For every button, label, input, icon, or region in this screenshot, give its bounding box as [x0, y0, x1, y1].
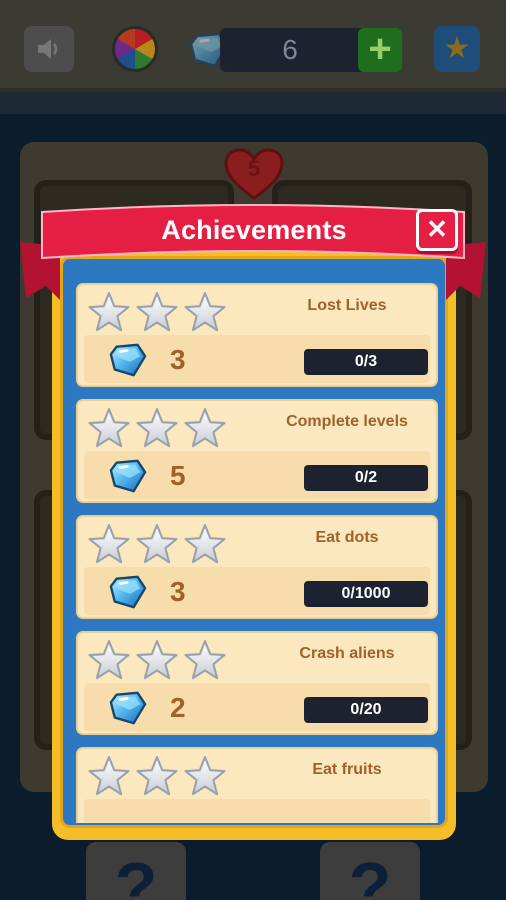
- achievement-progress: 0/20: [304, 697, 428, 723]
- achievements-star-button[interactable]: ★: [434, 26, 480, 72]
- close-button[interactable]: ✕: [416, 209, 458, 251]
- achievement-card: Eat dots 3 0/1000: [76, 515, 438, 619]
- gem-icon: [108, 689, 148, 727]
- achievement-title: Eat fruits: [312, 761, 382, 778]
- star-icon: [184, 755, 226, 797]
- achievement-reward: 2: [170, 692, 186, 723]
- gem-icon: [108, 457, 148, 495]
- achievements-dialog: Lost Lives 3 0/3 Complete levels 5 0/2 Eat dot…: [52, 210, 456, 840]
- speaker-icon: [38, 39, 58, 59]
- lives-count: 5: [247, 156, 261, 181]
- star-icon: [184, 639, 226, 681]
- achievement-progress: 0/1000: [304, 581, 428, 607]
- achievement-stars: [88, 639, 232, 679]
- spin-wheel-button[interactable]: [112, 26, 158, 72]
- add-gems-button[interactable]: +: [358, 28, 402, 72]
- locked-level-button[interactable]: ?: [86, 842, 186, 900]
- top-bar: 6 + ★: [0, 0, 506, 92]
- achievement-reward: 3: [170, 344, 186, 375]
- achievement-stars: [88, 407, 232, 447]
- gem-count: 6: [282, 34, 298, 65]
- star-icon: [136, 639, 178, 681]
- top-strip: [0, 92, 506, 114]
- star-icon: [88, 755, 130, 797]
- achievement-reward: 3: [170, 576, 186, 607]
- achievement-title: Complete levels: [286, 413, 408, 430]
- gem-icon: [108, 573, 148, 611]
- achievement-card: Eat fruits: [76, 747, 438, 823]
- achievements-panel: Lost Lives 3 0/3 Complete levels 5 0/2 Eat dot…: [60, 256, 448, 828]
- achievement-card: Crash aliens 2 0/20: [76, 631, 438, 735]
- close-icon: ✕: [426, 214, 448, 244]
- achievement-title: Crash aliens: [299, 645, 395, 662]
- achievements-list: Lost Lives 3 0/3 Complete levels 5 0/2 Eat dot…: [76, 283, 438, 823]
- star-icon: [184, 523, 226, 565]
- achievement-reward: 5: [170, 460, 186, 491]
- star-icon: [136, 407, 178, 449]
- achievement-stars: [88, 755, 232, 795]
- star-icon: [88, 523, 130, 565]
- achievement-stars: [88, 523, 232, 563]
- gem-icon: [108, 341, 148, 379]
- star-icon: [136, 755, 178, 797]
- achievement-progress: 0/3: [304, 349, 428, 375]
- locked-level-button[interactable]: ?: [320, 842, 420, 900]
- achievement-progress: 0/2: [304, 465, 428, 491]
- dialog-title: Achievements: [161, 215, 347, 245]
- achievement-reward-row: [84, 799, 430, 823]
- sound-button[interactable]: [24, 26, 74, 72]
- star-icon: [184, 407, 226, 449]
- achievement-title: Eat dots: [315, 529, 379, 546]
- star-icon: [136, 523, 178, 565]
- achievement-card: Complete levels 5 0/2: [76, 399, 438, 503]
- star-icon: [88, 407, 130, 449]
- star-icon: [88, 639, 130, 681]
